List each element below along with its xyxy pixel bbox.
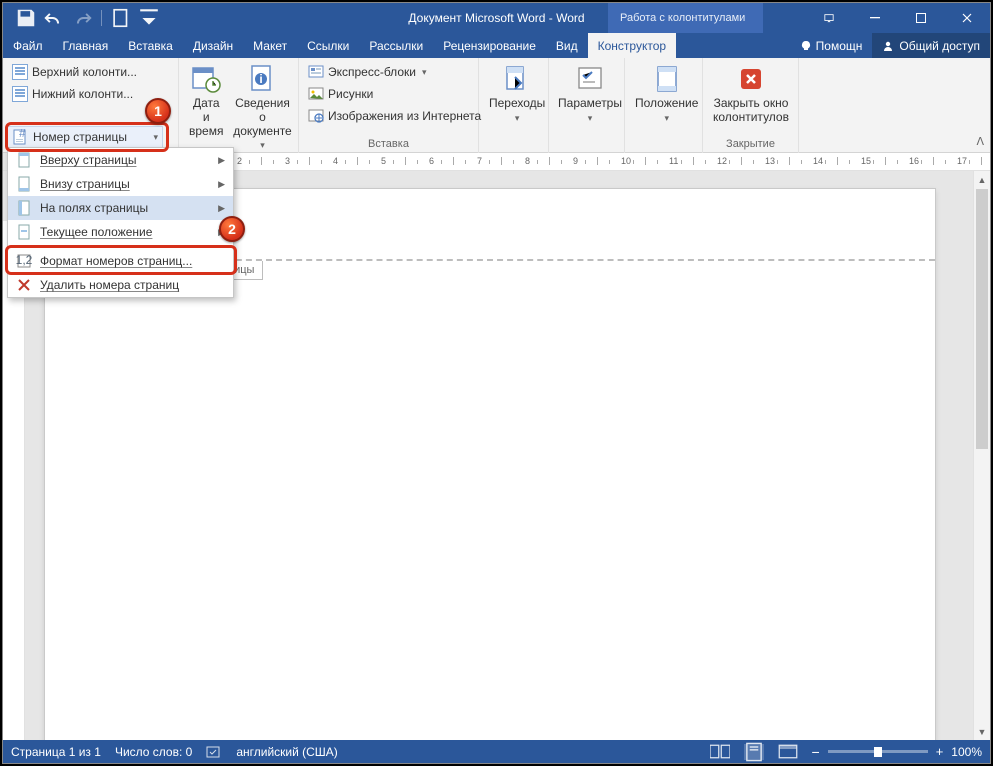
collapse-ribbon-icon[interactable]: ᐱ xyxy=(976,135,984,148)
ruler-tick: 17 xyxy=(957,156,967,166)
tab-mailings[interactable]: Рассылки xyxy=(359,33,433,58)
doc-info-button[interactable]: i Сведения о документе xyxy=(229,61,295,154)
menu-current-position[interactable]: Текущее положение▶ xyxy=(8,220,233,244)
svg-text:#: # xyxy=(19,129,26,140)
header-button[interactable]: Верхний колонти... xyxy=(9,61,140,83)
zoom-control: − + 100% xyxy=(812,744,982,760)
minimize-button[interactable] xyxy=(852,3,898,33)
zoom-slider[interactable] xyxy=(828,750,928,753)
ruler-tick: 9 xyxy=(573,156,578,166)
tab-designer[interactable]: Конструктор xyxy=(588,33,676,58)
web-layout-icon[interactable] xyxy=(778,744,798,760)
ruler-tick: 12 xyxy=(717,156,727,166)
close-header-footer-button[interactable]: Закрыть окно колонтитулов xyxy=(709,61,793,127)
callout-1: 1 xyxy=(145,98,171,124)
zoom-out-button[interactable]: − xyxy=(812,744,820,760)
titlebar: Документ Microsoft Word - Word Работа с … xyxy=(3,3,990,33)
tab-review[interactable]: Рецензирование xyxy=(433,33,546,58)
statusbar: Страница 1 из 1 Число слов: 0 английский… xyxy=(3,740,990,763)
ruler-tick: 11 xyxy=(669,156,678,166)
group-label-close: Закрытие xyxy=(709,136,792,153)
date-time-button[interactable]: Дата и время xyxy=(185,61,227,140)
scroll-thumb[interactable] xyxy=(976,189,988,449)
ruler-tick: 14 xyxy=(813,156,823,166)
footer-button[interactable]: Нижний колонти... xyxy=(9,83,140,105)
tab-file[interactable]: Файл xyxy=(3,33,53,58)
redo-icon[interactable] xyxy=(71,7,93,29)
zoom-level[interactable]: 100% xyxy=(951,745,982,759)
contextual-tab-label: Работа с колонтитулами xyxy=(608,3,763,33)
status-page[interactable]: Страница 1 из 1 xyxy=(11,745,101,759)
callout-2: 2 xyxy=(219,216,245,242)
scroll-up-icon[interactable]: ▲ xyxy=(974,171,990,188)
zoom-in-button[interactable]: + xyxy=(936,744,944,759)
close-button[interactable] xyxy=(944,3,990,33)
ruler-tick: 5 xyxy=(381,156,386,166)
menu-page-margins[interactable]: На полях страницы▶ xyxy=(8,196,233,220)
tab-insert[interactable]: Вставка xyxy=(118,33,183,58)
read-mode-icon[interactable] xyxy=(710,744,730,760)
menu-format-page-numbers[interactable]: 1,2Формат номеров страниц... xyxy=(8,249,233,273)
svg-text:1,2: 1,2 xyxy=(16,253,32,267)
navigation-button[interactable]: Переходы xyxy=(485,61,549,127)
menu-remove-page-numbers[interactable]: Удалить номера страниц xyxy=(8,273,233,297)
ruler-tick: 7 xyxy=(477,156,482,166)
tab-layout[interactable]: Макет xyxy=(243,33,297,58)
print-layout-icon[interactable] xyxy=(744,744,764,760)
undo-icon[interactable] xyxy=(43,7,65,29)
save-icon[interactable] xyxy=(15,7,37,29)
ruler-tick: 10 xyxy=(621,156,631,166)
pictures-button[interactable]: Рисунки xyxy=(305,83,472,105)
tab-tell-me[interactable]: Помощн xyxy=(790,33,873,58)
tab-design[interactable]: Дизайн xyxy=(183,33,243,58)
menu-top-of-page[interactable]: Вверху страницы▶ xyxy=(8,148,233,172)
ruler-tick: 16 xyxy=(909,156,919,166)
ruler-tick: 8 xyxy=(525,156,530,166)
quick-parts-button[interactable]: Экспресс-блоки▾ xyxy=(305,61,472,83)
tab-references[interactable]: Ссылки xyxy=(297,33,359,58)
ruler-tick: 4 xyxy=(333,156,338,166)
page-number-button[interactable]: # Номер страницы ▾ xyxy=(7,126,163,148)
scroll-down-icon[interactable]: ▼ xyxy=(974,723,990,740)
svg-text:i: i xyxy=(260,72,263,86)
options-button[interactable]: Параметры xyxy=(555,61,625,127)
position-button[interactable]: Положение xyxy=(631,61,702,127)
maximize-button[interactable] xyxy=(898,3,944,33)
page-number-menu: Вверху страницы▶ Внизу страницы▶ На поля… xyxy=(7,147,234,298)
ruler-tick: 15 xyxy=(861,156,871,166)
status-word-count[interactable]: Число слов: 0 xyxy=(115,745,192,759)
ruler-tick: 6 xyxy=(429,156,434,166)
tab-view[interactable]: Вид xyxy=(546,33,588,58)
ruler-tick: 3 xyxy=(285,156,290,166)
proofing-icon[interactable] xyxy=(206,745,222,759)
new-doc-icon[interactable] xyxy=(110,7,132,29)
status-language[interactable]: английский (США) xyxy=(236,745,337,759)
app-window: Документ Microsoft Word - Word Работа с … xyxy=(2,2,991,764)
ribbon-tabs: Файл Главная Вставка Дизайн Макет Ссылки… xyxy=(3,33,990,58)
tab-home[interactable]: Главная xyxy=(53,33,119,58)
group-label-insert: Вставка xyxy=(305,136,472,153)
tab-share[interactable]: Общий доступ xyxy=(872,33,990,58)
qat-more-icon[interactable] xyxy=(138,7,160,29)
menu-bottom-of-page[interactable]: Внизу страницы▶ xyxy=(8,172,233,196)
vertical-scrollbar[interactable]: ▲ ▼ xyxy=(973,171,990,740)
online-pictures-button[interactable]: Изображения из Интернета xyxy=(305,105,472,127)
quick-access-toolbar xyxy=(3,7,160,29)
ruler-tick: 2 xyxy=(237,156,242,166)
ribbon-options-icon[interactable] xyxy=(806,3,852,33)
ruler-tick: 13 xyxy=(765,156,775,166)
